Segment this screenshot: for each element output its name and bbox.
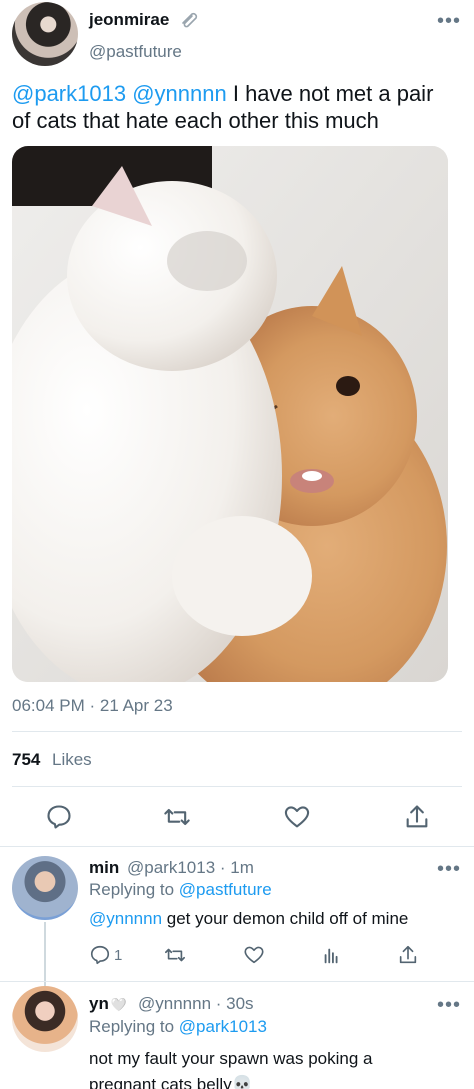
reply-text: @ynnnnn get your demon child off of mine: [89, 909, 408, 929]
more-options-icon[interactable]: •••: [437, 858, 461, 881]
replying-to-line: Replying to @pastfuture: [89, 880, 272, 900]
replying-prefix: Replying to: [89, 880, 175, 899]
divider: [12, 731, 462, 732]
reply-icon[interactable]: [89, 944, 111, 966]
reply-icon[interactable]: [45, 803, 73, 831]
retweet-icon[interactable]: [164, 944, 186, 966]
divider: [0, 981, 474, 982]
author-handle[interactable]: @pastfuture: [89, 42, 182, 62]
replying-prefix: Replying to: [89, 1017, 175, 1036]
tweet-text-line2: of cats that hate each other this much: [12, 108, 379, 133]
tweet-text-line1: I have not met a pair: [232, 81, 434, 106]
tweet-timestamp[interactable]: 06:04 PM · 21 Apr 23: [12, 696, 173, 716]
reply-avatar[interactable]: [12, 856, 78, 920]
white-heart-emoji: 🤍: [110, 997, 128, 1012]
reply-text-body: get your demon child off of mine: [166, 909, 409, 928]
reply-text: not my fault your spawn was poking a pre…: [89, 1046, 372, 1089]
heart-icon[interactable]: [283, 803, 311, 831]
likes-count[interactable]: 754: [12, 750, 40, 770]
divider: [12, 786, 462, 787]
tweet-text: @park1013 @ynnnnn I have not met a pair …: [12, 80, 464, 134]
mention-link[interactable]: @ynnnnn: [132, 81, 227, 106]
paperclip-icon: [180, 11, 200, 29]
divider: [0, 846, 474, 847]
reply-handle-time[interactable]: @ynnnnn · 30s: [138, 994, 254, 1014]
tweet-photo[interactable]: [12, 146, 448, 682]
share-icon[interactable]: [403, 803, 431, 831]
more-options-icon[interactable]: •••: [437, 994, 461, 1017]
reply-text-line1: not my fault your spawn was poking a: [89, 1049, 373, 1068]
retweet-icon[interactable]: [163, 803, 191, 831]
replying-to-link[interactable]: @park1013: [179, 1017, 267, 1036]
author-avatar[interactable]: [12, 2, 78, 66]
cats-photo-illustration: [12, 146, 448, 682]
heart-icon[interactable]: [243, 944, 265, 966]
views-icon[interactable]: [321, 944, 343, 966]
replying-to-link[interactable]: @pastfuture: [179, 880, 272, 899]
reply-avatar[interactable]: [12, 986, 78, 1052]
mention-link[interactable]: @ynnnnn: [89, 909, 162, 928]
reply-author-name-text: yn: [89, 994, 109, 1013]
author-name[interactable]: jeonmirae: [89, 10, 169, 30]
thread-line: [44, 922, 46, 986]
share-icon[interactable]: [397, 944, 419, 966]
reply-author-name[interactable]: min: [89, 858, 119, 878]
likes-label[interactable]: Likes: [52, 750, 92, 770]
replying-to-line: Replying to @park1013: [89, 1017, 267, 1037]
reply-author-name[interactable]: yn 🤍: [89, 994, 127, 1014]
reply-text-line2: pregnant cats belly💀: [89, 1075, 253, 1089]
reply-handle-time[interactable]: @park1013 · 1m: [127, 858, 254, 878]
mention-link[interactable]: @park1013: [12, 81, 126, 106]
reply-count: 1: [114, 947, 123, 964]
more-options-icon[interactable]: •••: [437, 10, 461, 33]
